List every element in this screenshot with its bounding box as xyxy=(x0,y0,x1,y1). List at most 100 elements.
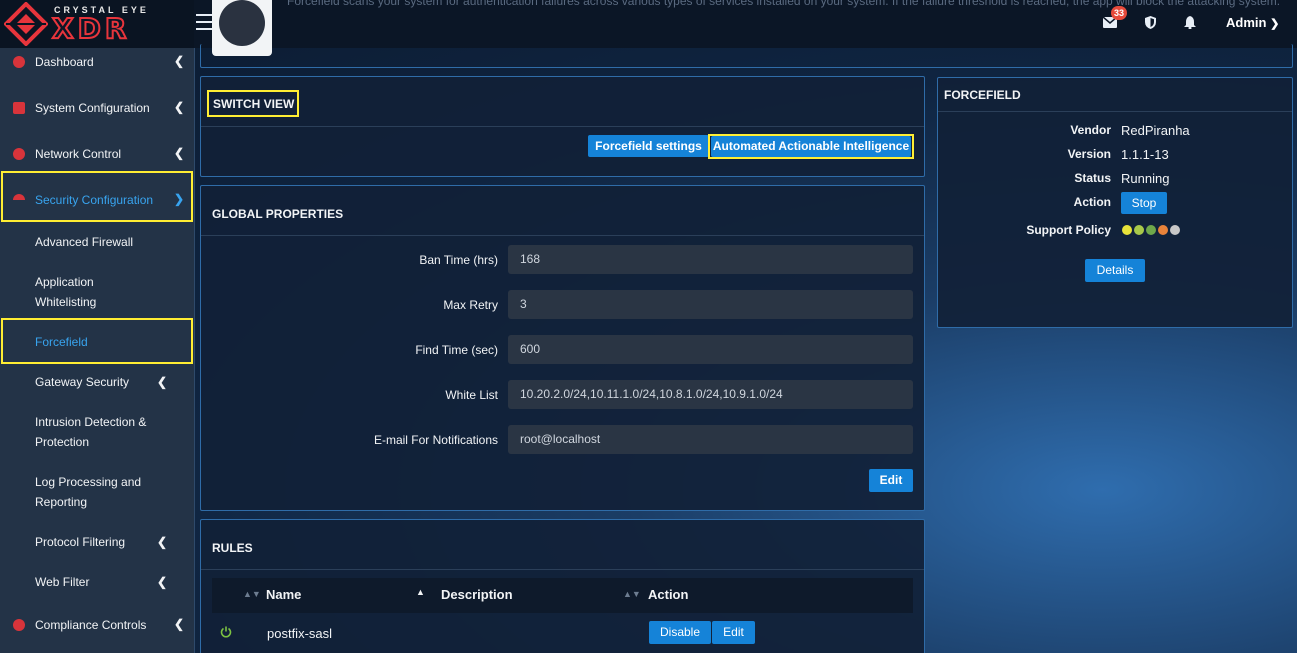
security-icon xyxy=(13,194,25,200)
panel-title: SWITCH VIEW xyxy=(213,97,295,111)
sidebar-item-compliance-controls[interactable]: Compliance Controls ❮ xyxy=(0,615,193,635)
email-notifications-field[interactable]: root@localhost xyxy=(508,425,913,454)
chevron-left-icon: ❮ xyxy=(173,146,184,160)
sort-icon[interactable]: ▲▼ xyxy=(243,589,261,599)
support-dot xyxy=(1146,225,1156,235)
bell-icon[interactable] xyxy=(1184,16,1196,29)
automated-actionable-intelligence-button[interactable]: Automated Actionable Intelligence xyxy=(711,136,911,157)
find-time-label: Find Time (sec) xyxy=(415,343,498,357)
chevron-left-icon: ❮ xyxy=(173,617,184,631)
sort-icon[interactable]: ▲▼ xyxy=(623,589,641,599)
global-properties-panel: GLOBAL PROPERTIES Ban Time (hrs) 168 Max… xyxy=(200,185,925,511)
sidebar-item-security-configuration[interactable]: Security Configuration ❯ xyxy=(0,190,193,210)
find-time-field[interactable]: 600 xyxy=(508,335,913,364)
sidebar-item-label: System Configuration xyxy=(35,101,150,115)
sidebar-subitem-label: Reporting xyxy=(35,495,88,509)
support-dot xyxy=(1122,225,1132,235)
crystal-eye-logo-icon xyxy=(4,2,48,46)
status-value: Running xyxy=(1121,171,1170,186)
sidebar: Dashboard ❮ System Configuration ❮ Netwo… xyxy=(0,48,195,653)
divider xyxy=(201,569,924,570)
ban-time-label: Ban Time (hrs) xyxy=(419,253,498,267)
email-notifications-label: E-mail For Notifications xyxy=(373,433,498,447)
user-name: Admin xyxy=(1226,15,1267,30)
sidebar-item-dashboard[interactable]: Dashboard ❮ xyxy=(0,52,193,72)
shield-icon[interactable] xyxy=(1145,16,1156,29)
sidebar-item-label: Network Control xyxy=(35,147,122,161)
disable-rule-button[interactable]: Disable xyxy=(649,621,711,644)
power-icon[interactable] xyxy=(220,626,232,638)
top-bar: CRYSTAL EYE XDR Forcefield scans your sy… xyxy=(0,0,1297,56)
column-header-action[interactable]: Action xyxy=(648,587,688,602)
sidebar-subitem-label: Whitelisting xyxy=(35,295,97,309)
sidebar-item-label: Compliance Controls xyxy=(35,618,147,632)
stop-button[interactable]: Stop xyxy=(1121,192,1167,214)
dashboard-icon xyxy=(13,56,25,68)
status-label: Status xyxy=(1074,171,1111,185)
edit-rule-button[interactable]: Edit xyxy=(712,621,755,644)
column-header-name[interactable]: Name xyxy=(266,587,301,602)
switch-view-panel: SWITCH VIEW Forcefield settings Automate… xyxy=(200,76,925,177)
white-list-field[interactable]: 10.20.2.0/24,10.11.1.0/24,10.8.1.0/24,10… xyxy=(508,380,913,409)
user-menu[interactable]: Admin ❯ xyxy=(1226,15,1279,30)
panel-title: FORCEFIELD xyxy=(944,88,1021,102)
sidebar-subitem-label: Web Filter xyxy=(35,575,90,589)
divider xyxy=(201,235,924,236)
brand-logo[interactable]: CRYSTAL EYE XDR xyxy=(0,0,194,48)
forcefield-info-panel: FORCEFIELD Vendor RedPiranha Version 1.1… xyxy=(937,77,1293,328)
sidebar-item-label: Dashboard xyxy=(35,55,94,69)
header-panel-edge xyxy=(200,44,1293,68)
panel-title: GLOBAL PROPERTIES xyxy=(212,207,344,221)
chevron-left-icon: ❮ xyxy=(157,535,168,549)
action-label: Action xyxy=(1073,195,1111,209)
version-label: Version xyxy=(1067,147,1111,161)
forcefield-settings-button[interactable]: Forcefield settings xyxy=(588,135,709,157)
sidebar-subitem-protocol-filtering[interactable]: Protocol Filtering ❮ xyxy=(35,532,167,552)
sidebar-item-system-configuration[interactable]: System Configuration ❮ xyxy=(0,98,193,118)
vendor-label: Vendor xyxy=(1070,123,1111,137)
panel-title: RULES xyxy=(212,541,253,555)
sidebar-subitem-web-filter[interactable]: Web Filter ❮ xyxy=(35,572,167,592)
sidebar-subitem-intrusion-detection[interactable]: Intrusion Detection & Protection xyxy=(35,412,146,452)
highlight-forcefield xyxy=(1,318,193,364)
sidebar-subitem-gateway-security[interactable]: Gateway Security ❮ xyxy=(35,372,167,392)
details-button[interactable]: Details xyxy=(1085,259,1145,282)
sidebar-subitem-label: Protection xyxy=(35,435,90,449)
brand-name-big: XDR xyxy=(51,12,131,45)
compliance-icon xyxy=(13,619,25,631)
divider xyxy=(201,126,924,127)
max-retry-field[interactable]: 3 xyxy=(508,290,913,319)
rules-table-header: ▲▼ Name ▲ Description ▲▼ Action xyxy=(212,578,913,613)
support-dot xyxy=(1134,225,1144,235)
chevron-left-icon: ❮ xyxy=(157,375,168,389)
sidebar-subitem-log-processing[interactable]: Log Processing and Reporting xyxy=(35,472,141,512)
sidebar-subitem-forcefield[interactable]: Forcefield xyxy=(35,332,88,352)
rule-name: postfix-sasl xyxy=(267,626,333,641)
rules-panel: RULES ▲▼ Name ▲ Description ▲▼ Action po… xyxy=(200,519,925,653)
sidebar-subitem-application-whitelisting[interactable]: Application Whitelisting xyxy=(35,272,96,312)
chevron-down-icon: ❯ xyxy=(173,192,184,206)
column-header-description[interactable]: Description xyxy=(441,587,513,602)
version-value: 1.1.1-13 xyxy=(1121,147,1169,162)
support-policy-label: Support Policy xyxy=(1026,223,1111,237)
sidebar-subitem-label: Protocol Filtering xyxy=(35,535,126,549)
sidebar-subitem-label: Intrusion Detection & xyxy=(35,415,147,429)
sidebar-subitem-advanced-firewall[interactable]: Advanced Firewall xyxy=(35,232,133,252)
white-list-label: White List xyxy=(445,388,498,402)
chevron-down-icon: ❯ xyxy=(1270,18,1280,30)
sidebar-item-network-control[interactable]: Network Control ❮ xyxy=(0,144,193,164)
ban-time-field[interactable]: 168 xyxy=(508,245,913,274)
divider xyxy=(938,111,1292,112)
chevron-left-icon: ❮ xyxy=(157,575,168,589)
network-icon xyxy=(13,148,25,160)
sidebar-subitem-label: Log Processing and xyxy=(35,475,142,489)
sidebar-subitem-label: Gateway Security xyxy=(35,375,130,389)
sort-ascending-icon[interactable]: ▲ xyxy=(416,587,425,597)
max-retry-label: Max Retry xyxy=(443,298,498,312)
vendor-value: RedPiranha xyxy=(1121,123,1190,138)
chevron-left-icon: ❮ xyxy=(173,54,184,68)
sidebar-item-label: Security Configuration xyxy=(35,193,154,207)
edit-properties-button[interactable]: Edit xyxy=(869,469,913,492)
sidebar-subitem-label: Application xyxy=(35,275,94,289)
support-policy-dots xyxy=(1122,225,1186,235)
